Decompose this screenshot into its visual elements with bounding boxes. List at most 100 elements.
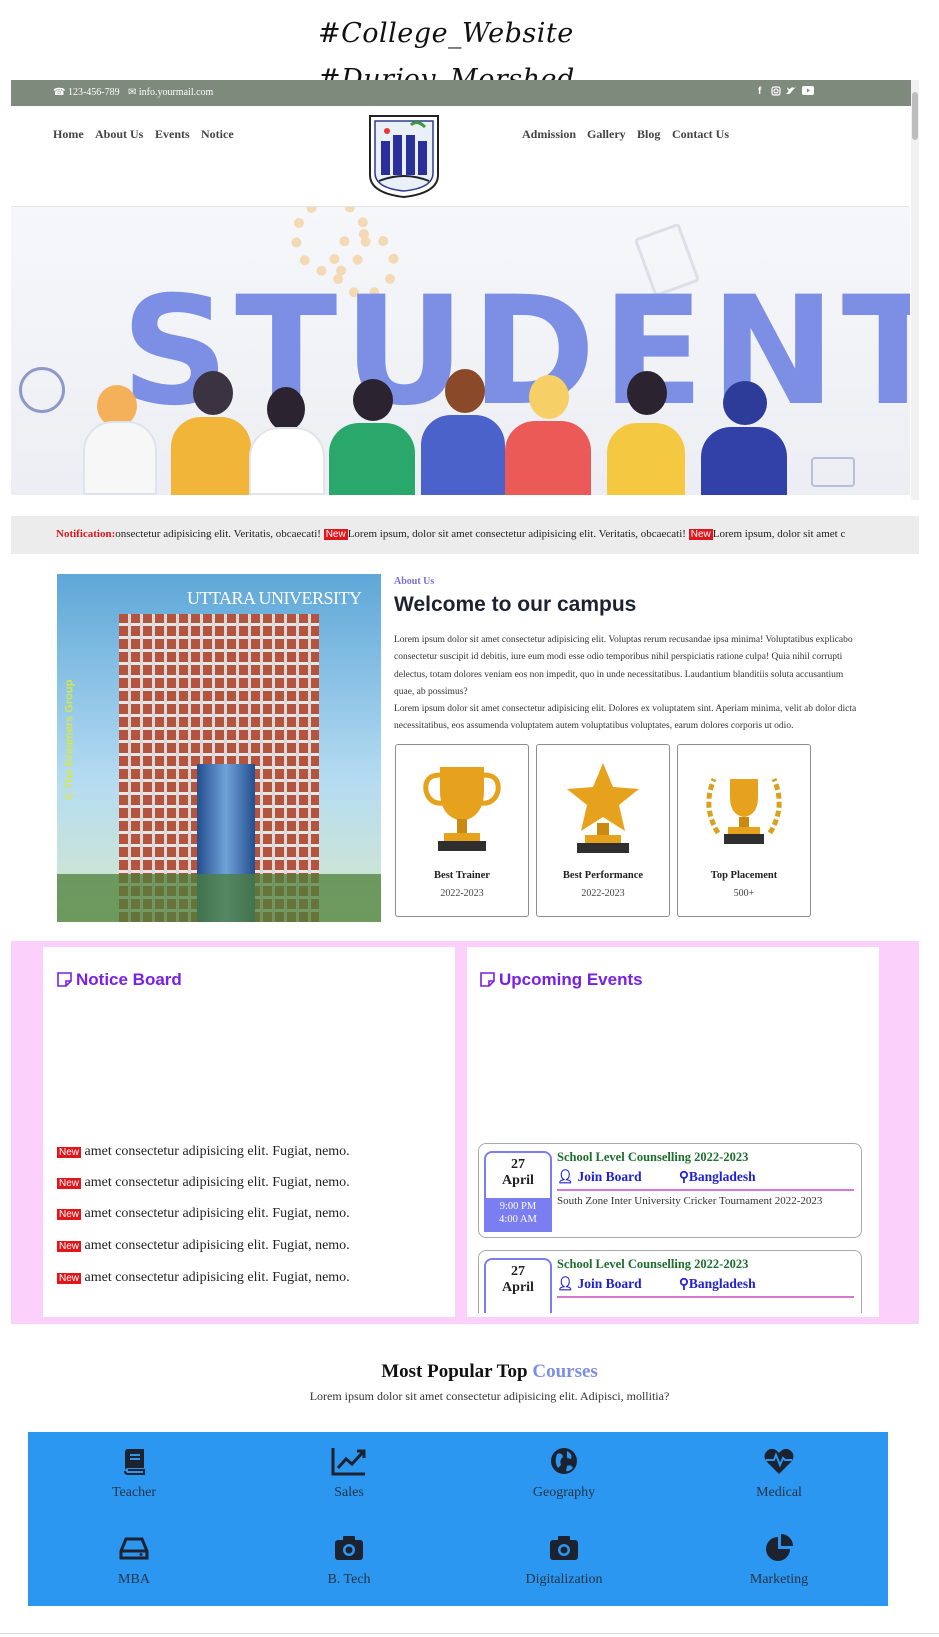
course-item[interactable]: Medical — [699, 1446, 859, 1501]
twitter-icon[interactable] — [786, 86, 797, 99]
courses-heading: Most Popular Top Courses — [0, 1361, 939, 1383]
phone-contact[interactable]: ☎ 123-456-789 — [53, 87, 120, 98]
email-contact[interactable]: ✉ info.yourmail.com — [128, 87, 213, 98]
building-sign: UTTARA UNIVERSITY — [187, 588, 362, 608]
course-label: Marketing — [749, 1572, 809, 1587]
nav-contact-us[interactable]: Contact Us — [672, 127, 729, 142]
event-time-start: 9:00 PM — [499, 1201, 537, 1212]
award-card[interactable]: Best Trainer 2022-2023 — [395, 744, 529, 917]
notification-label: Notification: — [56, 528, 116, 540]
map-marker-icon: ⚲ — [679, 1169, 689, 1184]
nav-events[interactable]: Events — [155, 127, 190, 142]
about-title: Welcome to our campus — [394, 593, 637, 616]
notice-item[interactable]: New amet consectetur adipisicing elit. F… — [57, 1175, 350, 1191]
event-card[interactable]: 27 April School Level Counselling 2022-2… — [478, 1250, 862, 1313]
course-item[interactable]: Digitalization — [484, 1533, 644, 1588]
notice-board-panel — [43, 947, 455, 1317]
user-icon: 👤︎ — [557, 1169, 575, 1184]
about-paragraph-2: Lorem ipsum dolor sit amet consectetur a… — [394, 704, 857, 732]
event-divider — [557, 1189, 854, 1191]
college-logo[interactable] — [367, 113, 441, 204]
award-subtitle: 500+ — [733, 888, 755, 899]
event-month: April — [502, 1280, 534, 1295]
event-divider — [557, 1296, 854, 1298]
new-badge: New — [688, 529, 713, 540]
event-date: 27 April 9:00 PM 4:00 AM — [484, 1151, 552, 1232]
sticky-note-icon — [480, 972, 495, 987]
page-scrollbar[interactable] — [911, 80, 919, 500]
event-location[interactable]: ⚲Bangladesh — [679, 1169, 756, 1185]
ticker-text[interactable]: Lorem ipsum, dolor sit amet consectetur … — [348, 528, 686, 540]
event-location-label: Bangladesh — [688, 1169, 756, 1184]
upcoming-events-title: Upcoming Events — [499, 970, 643, 989]
notice-board-title: Notice Board — [76, 970, 182, 989]
email-text: info.yourmail.com — [138, 87, 214, 98]
award-title: Best Trainer — [434, 870, 490, 881]
nav-gallery[interactable]: Gallery — [587, 127, 626, 142]
watermark-line1: #College_Website — [318, 18, 574, 49]
about-paragraph-1: Lorem ipsum dolor sit amet consectetur a… — [394, 635, 853, 697]
envelope-icon: ✉ — [128, 87, 137, 98]
award-card[interactable]: Top Placement 500+ — [677, 744, 811, 917]
globe-decoration — [19, 367, 65, 413]
award-subtitle: 2022-2023 — [440, 888, 484, 899]
course-item[interactable]: Sales — [269, 1446, 429, 1501]
globe-icon — [551, 1448, 577, 1474]
event-organizer-label: Join Board — [577, 1169, 642, 1184]
camera-icon — [335, 1536, 363, 1560]
image-credit: © The Dreamers Group — [63, 679, 76, 801]
student-figure — [607, 369, 685, 495]
top-contact-bar: ☎ 123-456-789 ✉ info.yourmail.com f — [11, 80, 919, 106]
ticker-text[interactable]: onsectetur adipisicing elit. Veritatis, … — [115, 528, 321, 540]
course-item[interactable]: B. Tech — [269, 1533, 429, 1588]
award-title: Top Placement — [710, 870, 778, 881]
nav-home[interactable]: Home — [53, 127, 84, 142]
trees — [57, 874, 381, 922]
chart-line-icon — [331, 1448, 366, 1476]
new-badge: New — [57, 1209, 82, 1220]
student-figure — [249, 383, 325, 495]
hero-banner: STUDENTS — [11, 207, 910, 495]
new-badge: New — [57, 1241, 82, 1252]
event-time: 9:00 PM 4:00 AM — [486, 1198, 550, 1230]
sticky-note-icon — [57, 972, 72, 987]
event-location[interactable]: ⚲Bangladesh — [679, 1276, 756, 1292]
student-figure — [421, 365, 505, 495]
ticker-text[interactable]: Lorem ipsum, dolor sit amet c — [713, 528, 846, 540]
notice-item[interactable]: New amet consectetur adipisicing elit. F… — [57, 1270, 350, 1286]
courses-grid: Teacher Sales Geography Medical MBA B. T… — [28, 1432, 888, 1606]
notice-text: amet consectetur adipisicing elit. Fugia… — [84, 1144, 350, 1159]
award-card[interactable]: Best Performance 2022-2023 — [536, 744, 670, 917]
nav-about-us[interactable]: About Us — [95, 127, 143, 142]
facebook-icon[interactable]: f — [758, 86, 761, 97]
event-organizer[interactable]: 👤︎ Join Board — [557, 1169, 642, 1185]
event-card[interactable]: 27 April 9:00 PM 4:00 AM School Level Co… — [478, 1143, 862, 1238]
event-month: April — [502, 1173, 534, 1188]
instagram-icon[interactable] — [771, 86, 781, 99]
event-location-label: Bangladesh — [688, 1276, 756, 1291]
award-subtitle: 2022-2023 — [581, 888, 625, 899]
about-kicker: About Us — [394, 576, 435, 587]
notice-item[interactable]: New amet consectetur adipisicing elit. F… — [57, 1144, 350, 1160]
scrollbar-thumb[interactable] — [912, 92, 918, 140]
course-label: Digitalization — [525, 1572, 603, 1587]
notice-text: amet consectetur adipisicing elit. Fugia… — [84, 1175, 350, 1190]
course-item[interactable]: MBA — [54, 1533, 214, 1588]
notice-item[interactable]: New amet consectetur adipisicing elit. F… — [57, 1238, 350, 1254]
notice-item[interactable]: New amet consectetur adipisicing elit. F… — [57, 1206, 350, 1222]
course-label: Geography — [532, 1485, 596, 1500]
award-title: Best Performance — [562, 870, 644, 881]
course-item[interactable]: Geography — [484, 1446, 644, 1501]
youtube-icon[interactable] — [802, 86, 814, 98]
nav-blog[interactable]: Blog — [637, 127, 660, 142]
course-item[interactable]: Teacher — [54, 1446, 214, 1501]
course-item[interactable]: Marketing — [699, 1533, 859, 1588]
courses-title-accent: Courses — [532, 1361, 598, 1382]
notice-board-heading: Notice Board — [57, 970, 182, 990]
nav-admission[interactable]: Admission — [522, 127, 576, 142]
courses-title: Most Popular Top — [381, 1361, 533, 1382]
event-description: South Zone Inter University Cricker Tour… — [557, 1195, 823, 1207]
event-organizer[interactable]: 👤︎ Join Board — [557, 1276, 642, 1292]
event-title: School Level Counselling 2022-2023 — [557, 1257, 749, 1271]
nav-notice[interactable]: Notice — [201, 127, 234, 142]
